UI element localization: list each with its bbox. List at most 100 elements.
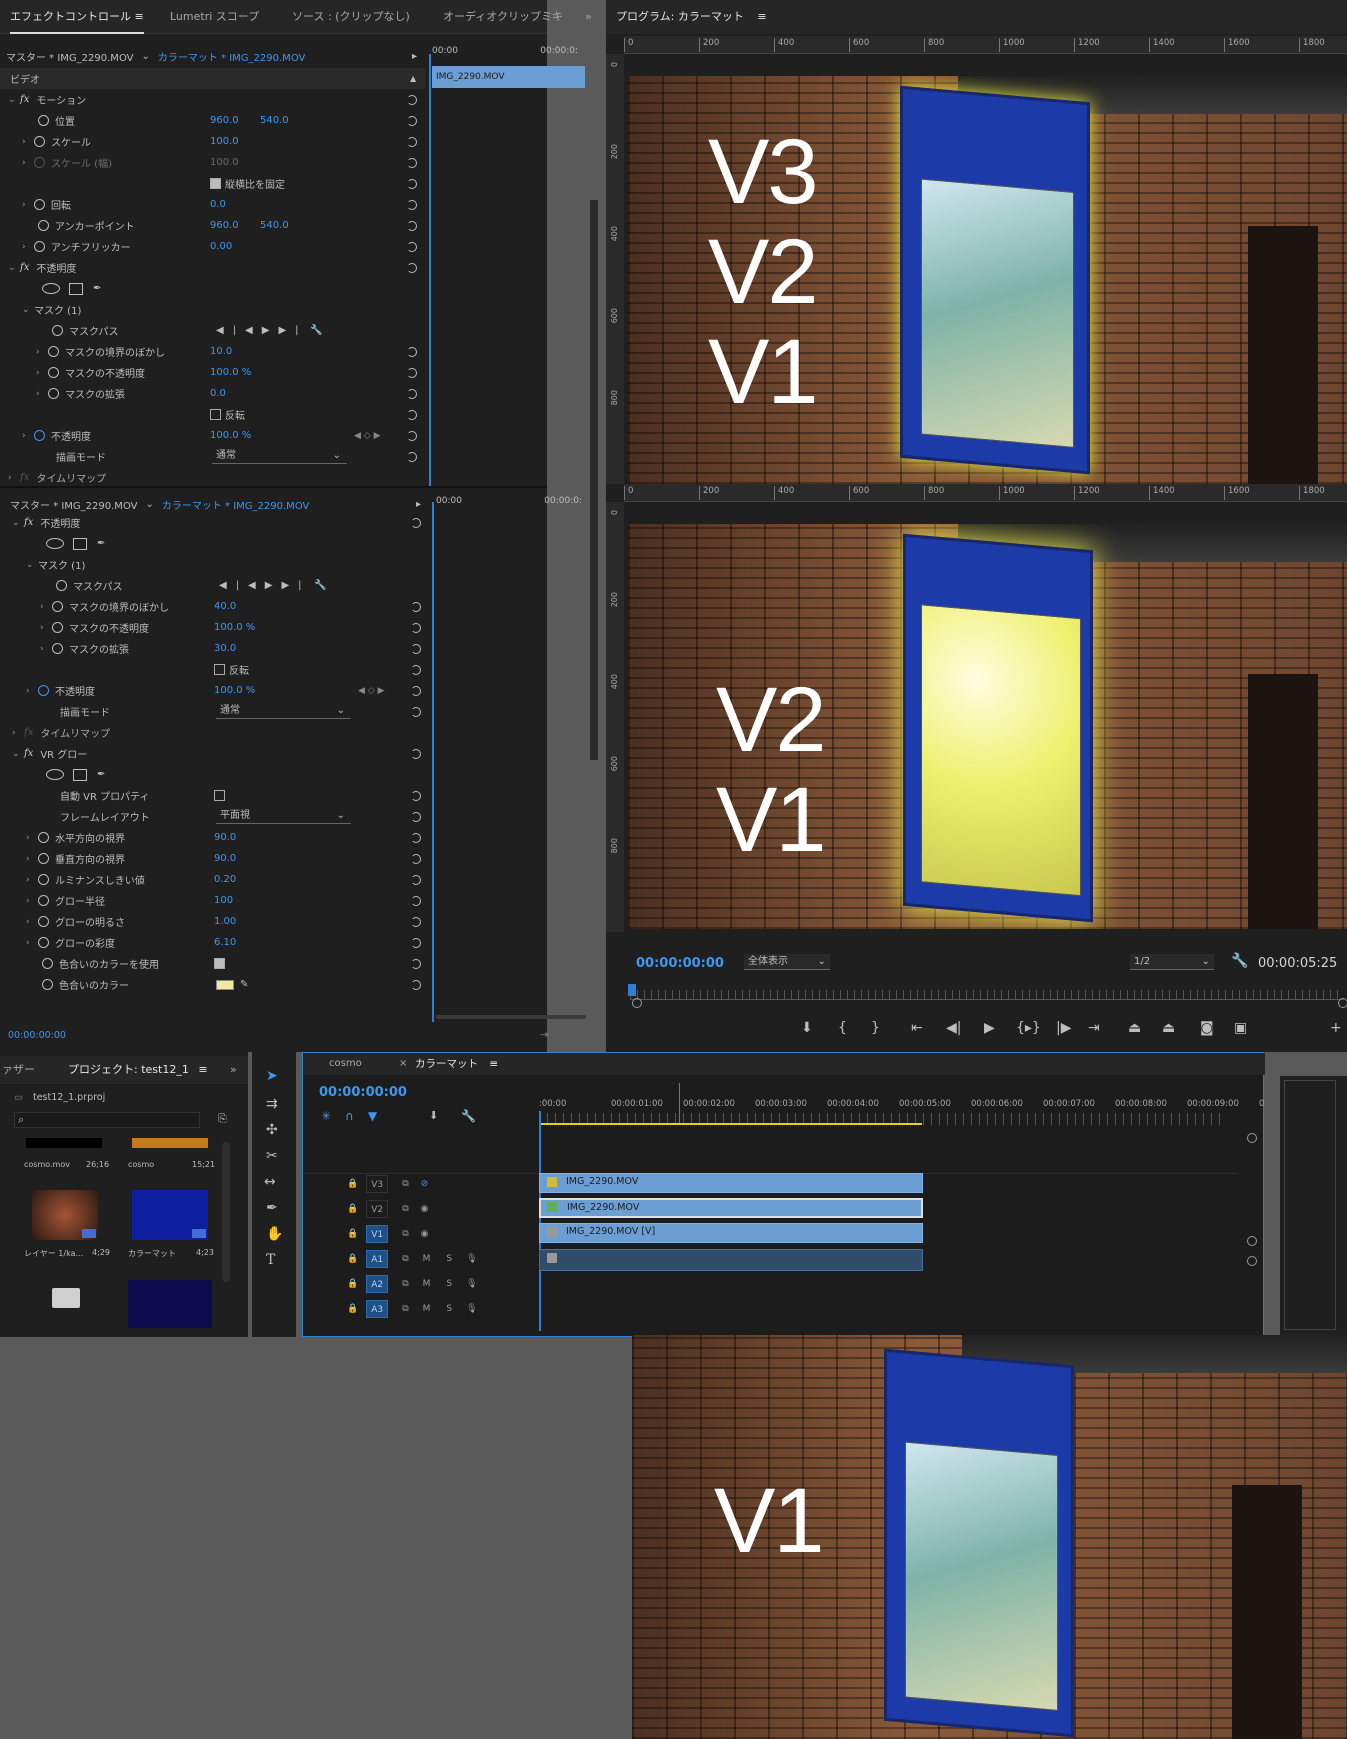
track-header[interactable]: 🔒 V3 ⧉ ⊘ <box>303 1173 515 1195</box>
double-chevron-right-icon[interactable]: » <box>585 0 592 34</box>
stopwatch-icon[interactable] <box>48 388 59 399</box>
track-header[interactable]: 🔒 V1 ⧉ ◉ <box>303 1223 515 1245</box>
track-label[interactable]: V3 <box>366 1175 389 1193</box>
chevron-right-icon[interactable]: › <box>26 854 38 864</box>
zoom-handle[interactable] <box>1338 998 1347 1008</box>
mini-clip-bar[interactable]: IMG_2290.MOV <box>432 66 585 88</box>
razor-icon[interactable]: ✂ <box>266 1148 278 1164</box>
wrench-icon[interactable]: 🔧 <box>1231 953 1248 969</box>
mask-tracking-controls[interactable]: ◀|◀▶▶| <box>219 580 311 591</box>
tab-cosmo[interactable]: cosmo <box>329 1053 362 1075</box>
reset-icon[interactable] <box>411 896 421 906</box>
master-clip-label[interactable]: マスター * IMG_2290.MOV <box>6 49 133 64</box>
eye-hidden-icon[interactable]: ⊘ <box>421 1179 429 1189</box>
sync-lock-icon[interactable]: ⧉ <box>402 1279 408 1289</box>
uniform-scale-checkbox[interactable] <box>210 178 221 189</box>
reset-icon[interactable] <box>411 686 421 696</box>
sequence-clip-label[interactable]: カラーマット * IMG_2290.MOV <box>158 49 305 64</box>
new-bin-icon[interactable]: ⎘ <box>218 1112 227 1126</box>
work-area-bar[interactable] <box>539 1123 922 1125</box>
close-icon[interactable]: × <box>399 1053 407 1075</box>
reset-icon[interactable] <box>407 368 417 378</box>
chevron-right-icon[interactable]: › <box>36 347 48 357</box>
chevron-right-icon[interactable]: › <box>40 644 52 654</box>
reset-icon[interactable] <box>407 347 417 357</box>
extract-icon[interactable]: ⏏ <box>1162 1020 1175 1036</box>
fx-icon[interactable]: fx <box>24 748 33 759</box>
rectangle-mask-icon[interactable] <box>73 768 87 781</box>
prop-value[interactable]: 0.00 <box>210 241 232 252</box>
track-header[interactable]: 🔒 V2 ⧉ ◉ <box>303 1198 515 1220</box>
tab-audio-clip-mixer[interactable]: オーディオクリップミキ <box>443 0 563 34</box>
type-icon[interactable]: T <box>266 1252 275 1268</box>
reset-icon[interactable] <box>411 623 421 633</box>
master-clip-label[interactable]: マスター * IMG_2290.MOV <box>10 497 137 512</box>
prop-value[interactable]: 0.20 <box>214 874 236 885</box>
solo-button[interactable]: S <box>446 1279 452 1289</box>
scroll-up-icon[interactable]: ▲ <box>410 74 416 83</box>
export-icon[interactable]: ⇥ <box>540 1028 549 1041</box>
search-input[interactable]: ⌕ <box>14 1112 200 1128</box>
mark-in-icon[interactable]: { <box>838 1020 847 1036</box>
chevron-down-icon[interactable]: ⌄ <box>22 305 34 315</box>
go-to-in-icon[interactable]: ⇤ <box>911 1020 923 1036</box>
prop-value-x[interactable]: 960.0 <box>210 220 239 231</box>
menu-icon[interactable]: ≡ <box>489 1058 498 1070</box>
prop-value[interactable]: 100.0 % <box>210 367 251 378</box>
reset-icon[interactable] <box>411 980 421 990</box>
lock-icon[interactable]: 🔒 <box>347 1279 358 1289</box>
clip-v1[interactable]: IMG_2290.MOV [V] <box>539 1223 923 1243</box>
reset-icon[interactable] <box>407 179 417 189</box>
project-scrollbar[interactable] <box>222 1142 230 1282</box>
tab-project[interactable]: プロジェクト: test12_1 ≡ <box>68 1056 208 1084</box>
chevron-right-icon[interactable]: › <box>26 917 38 927</box>
prop-value[interactable]: 100.0 <box>210 136 239 147</box>
mask-group[interactable]: ⌄ マスク (1) <box>0 299 81 320</box>
stopwatch-icon[interactable] <box>34 199 45 210</box>
timeline-timecode[interactable]: 00:00:00:00 <box>319 1085 407 1100</box>
thumb-cosmo[interactable] <box>132 1138 208 1148</box>
prop-value[interactable]: 1.00 <box>214 916 236 927</box>
hand-icon[interactable]: ✋ <box>266 1226 283 1242</box>
stopwatch-icon[interactable] <box>48 367 59 378</box>
prop-value[interactable]: 30.0 <box>214 643 236 654</box>
track-label[interactable]: A2 <box>366 1275 389 1293</box>
zoom-scrollbar[interactable] <box>436 1015 586 1019</box>
reset-icon[interactable] <box>407 200 417 210</box>
playhead-timecode[interactable]: 00:00:00:00 <box>636 956 724 971</box>
chevron-right-icon[interactable]: › <box>26 833 38 843</box>
clip-a1[interactable] <box>539 1249 923 1271</box>
track-label[interactable]: A3 <box>366 1300 389 1318</box>
stopwatch-icon[interactable] <box>52 601 63 612</box>
stopwatch-icon[interactable] <box>38 937 49 948</box>
mute-button[interactable]: M <box>423 1254 431 1264</box>
reset-icon[interactable] <box>411 917 421 927</box>
track-select-icon[interactable]: ⇉ <box>266 1096 278 1112</box>
sync-lock-icon[interactable]: ⧉ <box>402 1229 408 1239</box>
monitor-scrubber[interactable] <box>630 990 1344 1000</box>
fx-icon[interactable]: fx <box>20 262 29 273</box>
clip-v2[interactable]: IMG_2290.MOV <box>539 1198 923 1218</box>
lock-icon[interactable]: 🔒 <box>347 1254 358 1264</box>
chevron-down-icon[interactable]: ⌄ <box>12 518 24 528</box>
zoom-handle[interactable] <box>632 998 642 1008</box>
mark-out-icon[interactable]: } <box>871 1020 880 1036</box>
play-clip-icon[interactable]: ▸ <box>416 499 421 510</box>
pen-mask-icon[interactable]: ✒ <box>97 769 105 780</box>
rectangle-mask-icon[interactable] <box>69 282 83 295</box>
video-frame-v1[interactable]: V1 <box>632 1335 1347 1739</box>
prop-value[interactable]: 0.0 <box>210 199 226 210</box>
stopwatch-icon[interactable] <box>38 874 49 885</box>
pen-mask-icon[interactable]: ✒ <box>93 283 101 294</box>
track-label[interactable]: V2 <box>366 1200 389 1218</box>
thumb-bin[interactable] <box>128 1280 212 1328</box>
chevron-right-icon[interactable]: › <box>26 938 38 948</box>
prop-value-y[interactable]: 540.0 <box>260 115 289 126</box>
mask-tracking-controls[interactable]: ◀|◀▶▶| <box>216 325 308 336</box>
stopwatch-icon[interactable] <box>52 643 63 654</box>
tab-source[interactable]: ソース : (クリップなし) <box>292 0 410 34</box>
auto-vr-checkbox[interactable] <box>214 790 225 801</box>
chevron-right-icon[interactable]: › <box>12 728 24 738</box>
invert-checkbox[interactable] <box>214 664 225 675</box>
effect-opacity-2[interactable]: ⌄ fx 不透明度 <box>0 512 80 533</box>
